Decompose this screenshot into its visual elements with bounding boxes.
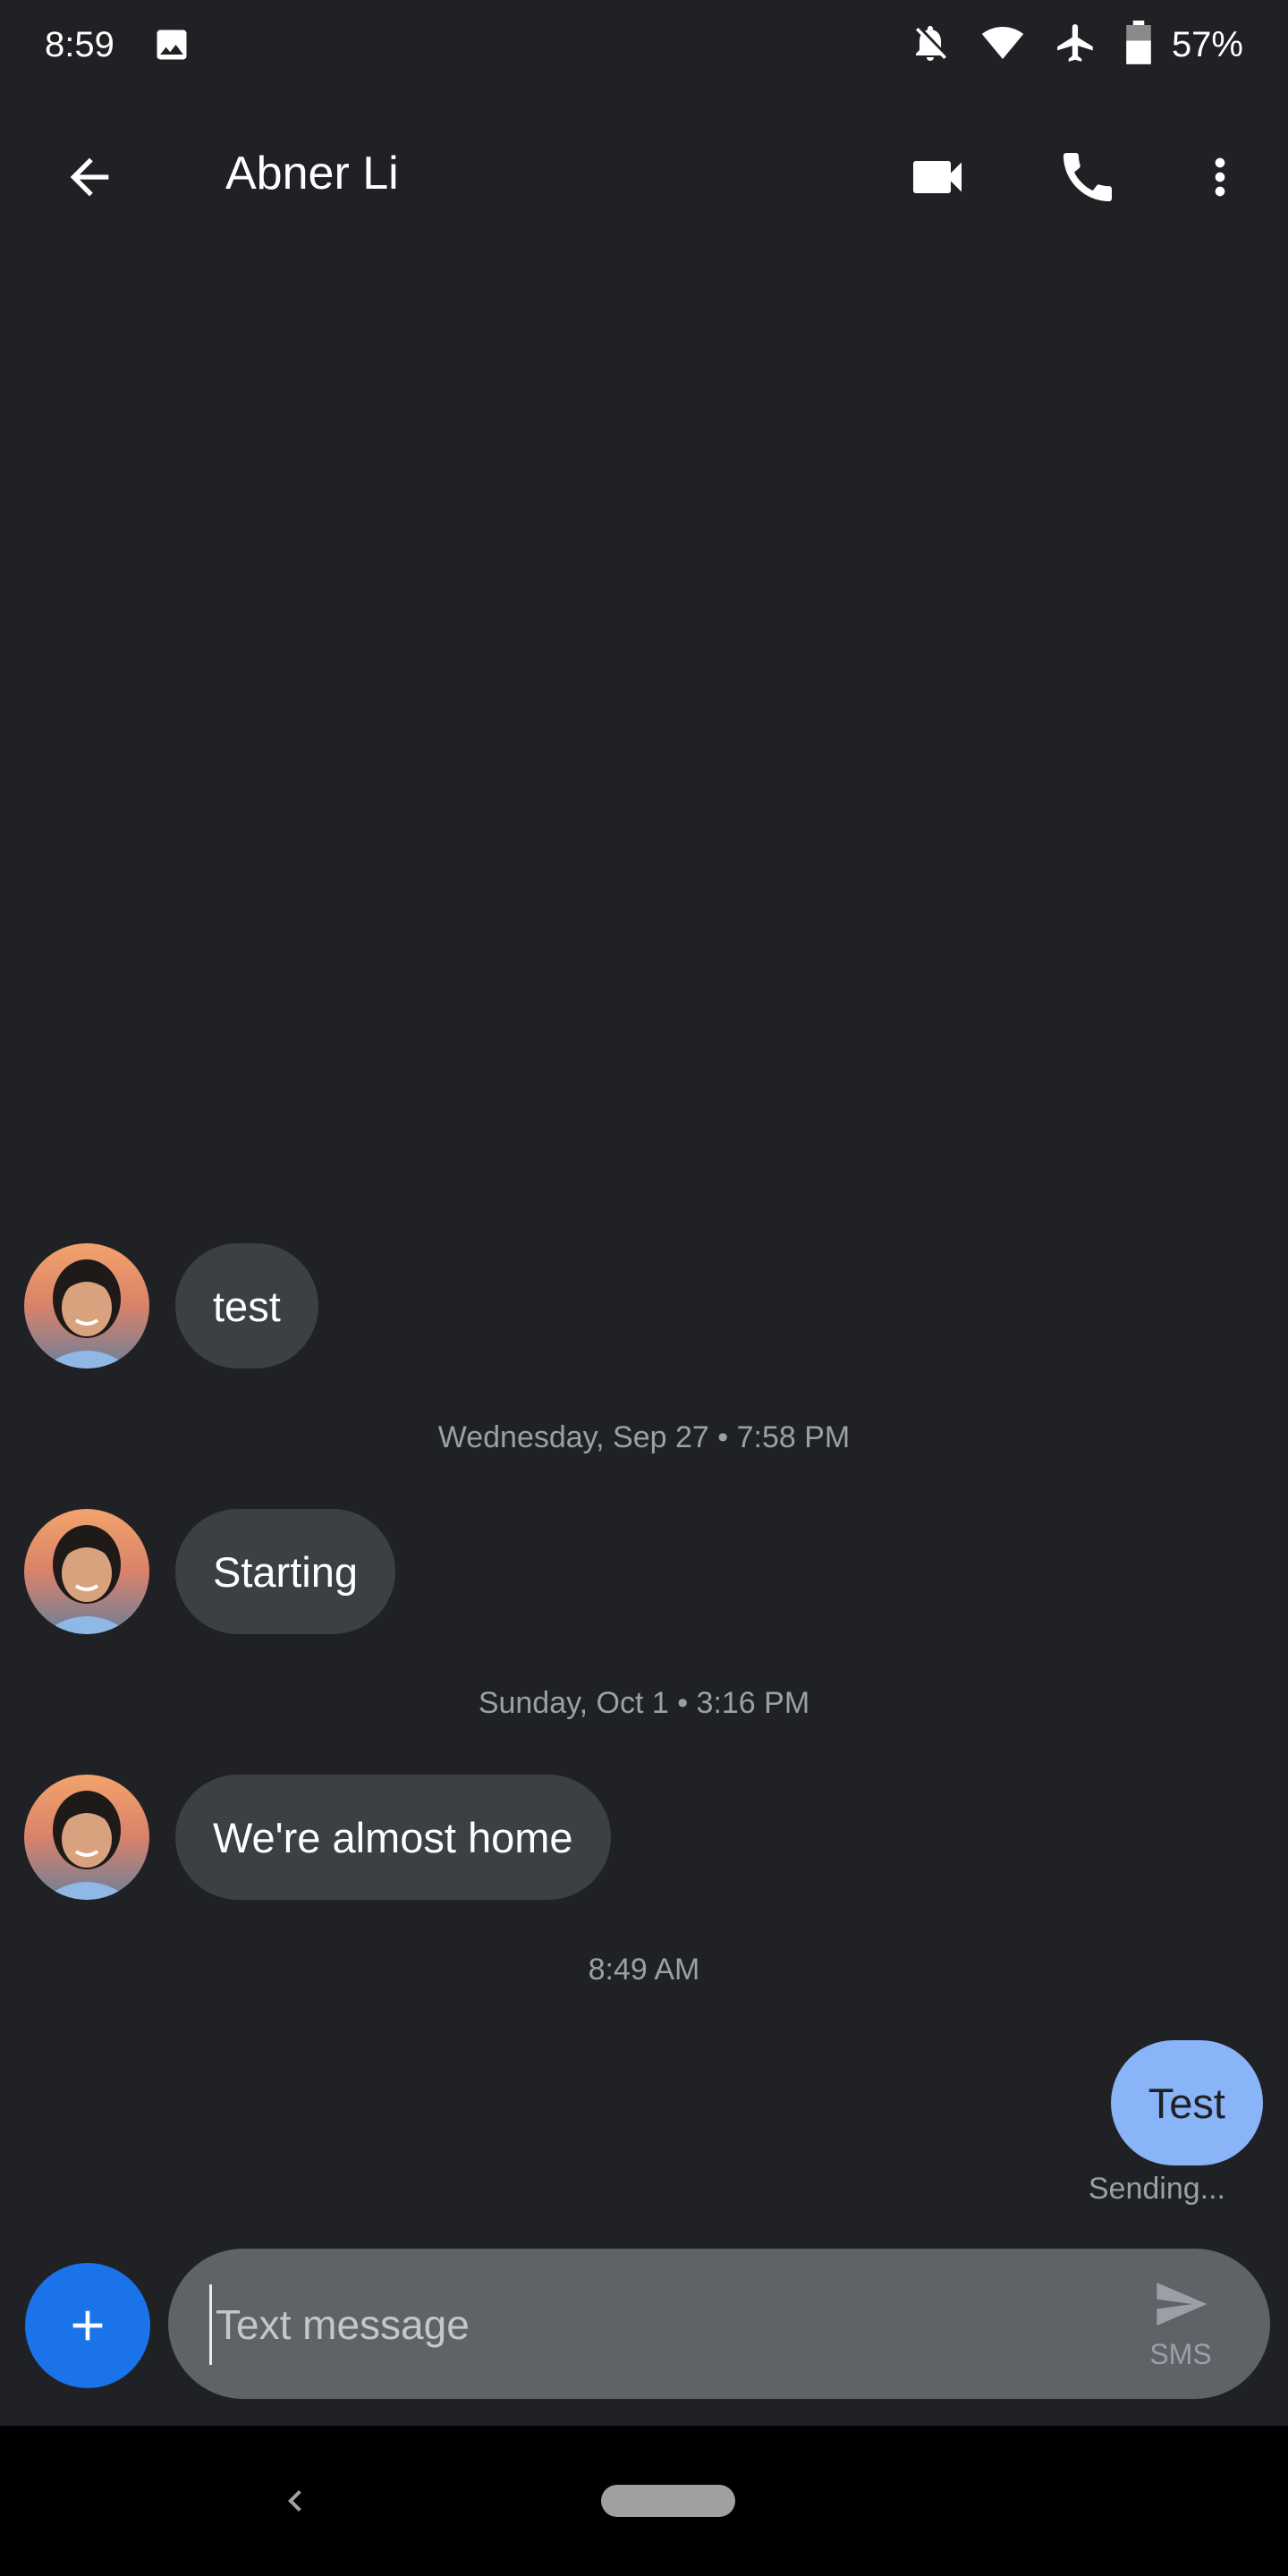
message-row: test: [0, 1243, 1288, 1368]
image-icon: [152, 25, 191, 64]
send-label: SMS: [1149, 2338, 1212, 2370]
message-row: We're almost home: [0, 1775, 1288, 1900]
message-timestamp: Sunday, Oct 1 • 3:16 PM: [478, 1686, 810, 1720]
chevron-left-icon: [288, 2490, 301, 2512]
more-options-button[interactable]: [1177, 134, 1263, 220]
nav-back-button[interactable]: [259, 2465, 331, 2537]
messages-screen: 8:59 57% Abner Li test Wednesday, Sep 27…: [0, 0, 1288, 2576]
message-row: Starting: [0, 1509, 1288, 1634]
nav-home-pill[interactable]: [601, 2485, 735, 2517]
message-input[interactable]: [209, 2284, 1104, 2365]
wifi-icon: [979, 21, 1027, 69]
message-status: Sending...: [1088, 2172, 1225, 2206]
status-bar: 8:59 57%: [0, 0, 1288, 89]
battery-percent: 57%: [1171, 24, 1243, 64]
avatar[interactable]: [24, 1775, 149, 1900]
send-icon: [1157, 2283, 1208, 2326]
app-bar: Abner Li: [0, 89, 1288, 259]
airplane-icon: [1054, 21, 1098, 70]
status-time: 8:59: [45, 24, 114, 64]
battery-icon: [1125, 20, 1152, 70]
send-button[interactable]: SMS: [1136, 2275, 1225, 2383]
avatar[interactable]: [24, 1243, 149, 1368]
message-timestamp: Wednesday, Sep 27 • 7:58 PM: [437, 1420, 851, 1454]
add-attachment-button[interactable]: [25, 2263, 150, 2388]
incoming-message-bubble[interactable]: Starting: [175, 1509, 395, 1634]
compose-bar: SMS: [168, 2249, 1270, 2399]
message-timestamp: 8:49 AM: [588, 1953, 700, 1987]
system-nav-bar: [0, 2426, 1288, 2576]
plus-icon: [72, 2310, 103, 2341]
status-icons: 57%: [909, 20, 1243, 70]
more-vert-icon: [1215, 157, 1225, 197]
video-call-icon: [913, 161, 962, 193]
outgoing-message-bubble[interactable]: Test: [1110, 2040, 1263, 2165]
contact-name[interactable]: Abner Li: [225, 147, 399, 200]
back-arrow-icon: [70, 157, 109, 197]
incoming-message-bubble[interactable]: We're almost home: [175, 1775, 611, 1900]
phone-call-button[interactable]: [1045, 134, 1131, 220]
back-button[interactable]: [47, 134, 132, 220]
incoming-message-bubble[interactable]: test: [175, 1243, 318, 1368]
video-call-button[interactable]: [894, 134, 980, 220]
avatar[interactable]: [24, 1509, 149, 1634]
notifications-off-icon: [909, 21, 952, 69]
phone-icon: [1063, 153, 1112, 201]
